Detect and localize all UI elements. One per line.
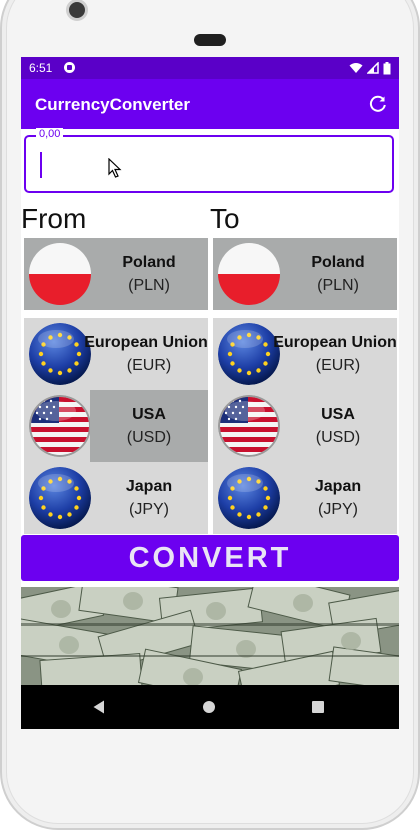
app-notification-icon	[64, 62, 75, 73]
from-card-eur[interactable]: European Union (EUR)	[24, 318, 208, 390]
eu-flag-icon	[29, 323, 91, 385]
wifi-icon	[349, 63, 363, 73]
eu-flag-icon	[218, 467, 280, 529]
refresh-icon[interactable]	[369, 95, 387, 113]
currency-code: (USD)	[315, 429, 361, 446]
text-cursor	[40, 152, 42, 178]
flag-container	[24, 238, 91, 310]
currency-info: USA (USD)	[90, 390, 208, 462]
currency-code: (PLN)	[317, 277, 359, 294]
from-card-japan[interactable]: Japan (JPY)	[24, 462, 208, 534]
flag-container	[213, 390, 280, 462]
screen: 6:51 CurrencyConverter 0,00 From To Pola…	[21, 57, 399, 729]
signal-icon	[367, 62, 379, 74]
to-label: To	[210, 203, 240, 234]
camera-icon	[66, 0, 88, 21]
from-label: From	[21, 203, 87, 234]
currency-name: USA	[321, 406, 355, 423]
money-banner-image	[21, 587, 399, 685]
currency-code: (USD)	[126, 429, 172, 446]
status-bar: 6:51	[21, 57, 399, 79]
to-card-eur[interactable]: European Union (EUR)	[213, 318, 397, 390]
currency-name: European Union	[273, 334, 397, 351]
currency-name: Japan	[314, 478, 362, 495]
currency-code: (JPY)	[129, 501, 169, 518]
currency-info: European Union (EUR)	[273, 318, 397, 390]
recents-icon[interactable]	[312, 701, 324, 713]
status-time: 6:51	[29, 61, 53, 75]
from-card-usa[interactable]: USA (USD)	[24, 390, 208, 462]
flag-container	[24, 462, 91, 534]
app-title: CurrencyConverter	[35, 95, 190, 114]
back-icon[interactable]	[93, 700, 105, 714]
currency-info: Poland (PLN)	[90, 238, 208, 310]
eu-flag-icon	[218, 323, 280, 385]
usa-flag-icon	[29, 395, 91, 457]
home-icon[interactable]	[203, 701, 215, 713]
status-icons	[349, 61, 391, 75]
currency-code: (EUR)	[126, 357, 172, 374]
flag-container	[213, 462, 280, 534]
to-card-usa[interactable]: USA (USD)	[213, 390, 397, 462]
to-card-poland[interactable]: Poland (PLN)	[213, 238, 397, 310]
amount-hint: 0,00	[36, 128, 64, 140]
usa-flag-icon	[218, 395, 280, 457]
eu-flag-icon	[29, 467, 91, 529]
currency-code: (PLN)	[128, 277, 170, 294]
currency-code: (JPY)	[318, 501, 358, 518]
flag-container	[213, 318, 280, 390]
currency-info: European Union (EUR)	[84, 318, 208, 390]
app-bar: CurrencyConverter	[21, 79, 399, 129]
currency-info: USA (USD)	[279, 390, 397, 462]
navigation-bar	[21, 685, 399, 729]
currency-info: Japan (JPY)	[90, 462, 208, 534]
convert-button[interactable]: CONVERT	[21, 535, 399, 581]
currency-name: USA	[132, 406, 166, 423]
battery-icon	[383, 61, 391, 74]
flag-container	[213, 238, 280, 310]
mouse-pointer-icon	[108, 158, 122, 178]
currency-info: Poland (PLN)	[279, 238, 397, 310]
flag-container	[24, 318, 91, 390]
from-card-poland[interactable]: Poland (PLN)	[24, 238, 208, 310]
currency-name: Poland	[122, 254, 176, 271]
currency-name: Poland	[311, 254, 365, 271]
to-card-japan[interactable]: Japan (JPY)	[213, 462, 397, 534]
currency-name: Japan	[125, 478, 173, 495]
flag-container	[24, 390, 91, 462]
poland-flag-icon	[218, 243, 280, 305]
currency-info: Japan (JPY)	[279, 462, 397, 534]
currency-code: (EUR)	[315, 357, 361, 374]
phone-frame: 6:51 CurrencyConverter 0,00 From To Pola…	[0, 0, 420, 838]
amount-input[interactable]: 0,00	[24, 128, 394, 193]
poland-flag-icon	[29, 243, 91, 305]
speaker-grille	[194, 34, 226, 46]
currency-name: European Union	[84, 334, 208, 351]
